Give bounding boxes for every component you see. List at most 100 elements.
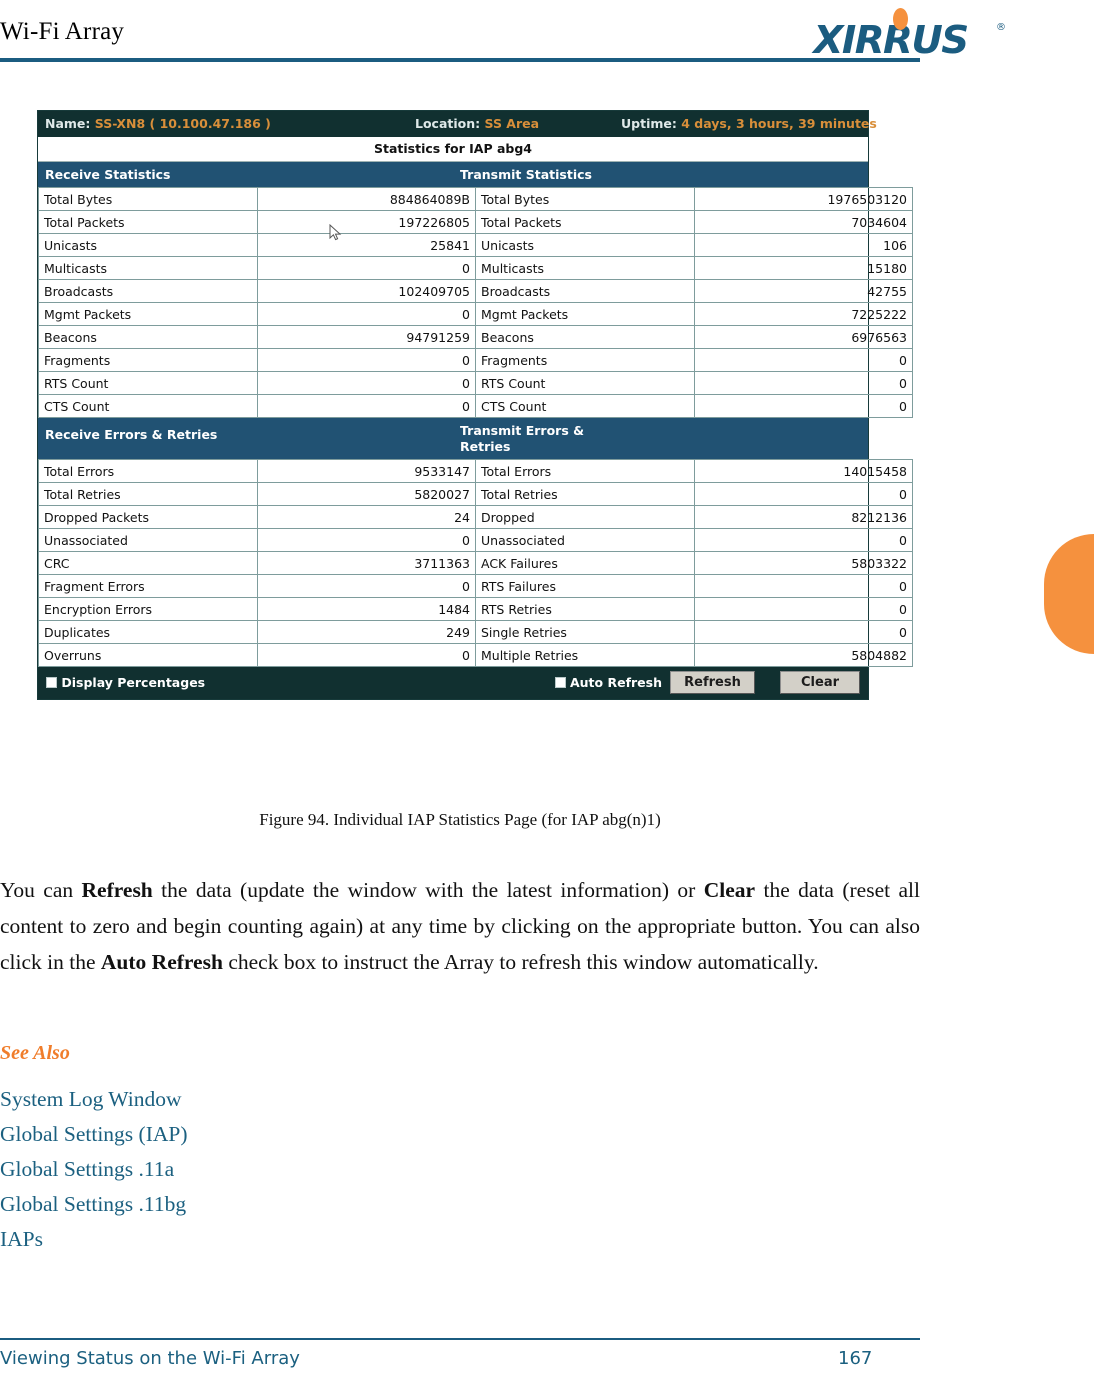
transmit-stat-value: 0: [694, 482, 913, 507]
array-name-block: Name: SS-XN8 ( 10.100.47.186 ): [45, 116, 271, 131]
section-header-left: Receive Statistics: [45, 167, 171, 182]
table-row: CTS Count 0 CTS Count 0: [38, 394, 913, 418]
transmit-stat-value: 14015458: [694, 459, 913, 484]
receive-stat-label: RTS Count: [38, 371, 258, 395]
receive-stat-label: Unicasts: [38, 233, 258, 257]
array-location-label: Location:: [415, 116, 481, 131]
receive-stat-value: 3711363: [257, 551, 476, 576]
statistics-toolbar: Display Percentages Auto Refresh Refresh…: [38, 667, 868, 700]
table-row: CRC 3711363 ACK Failures 5803322: [38, 551, 913, 576]
table-row: Broadcasts 102409705 Broadcasts 42755: [38, 279, 913, 303]
receive-stat-value: 0: [257, 643, 476, 668]
page-header: Wi-Fi Array XIRRUS ®: [0, 0, 1094, 62]
receive-stat-label: Total Bytes: [38, 187, 258, 211]
iap-statistics-screenshot: Name: SS-XN8 ( 10.100.47.186 ) Location:…: [37, 110, 913, 701]
refresh-button[interactable]: Refresh: [670, 671, 755, 695]
logo-wordmark: XIRRUS: [813, 18, 969, 62]
transmit-stat-value: 1976503120: [694, 187, 913, 211]
body-text-run: the data (update the window with the lat…: [152, 878, 704, 902]
transmit-stat-value: 0: [694, 620, 913, 645]
section-header: Receive Statistics Transmit Statistics: [38, 162, 868, 187]
transmit-stat-label: Unassociated: [475, 528, 695, 553]
transmit-stat-label: Single Retries: [475, 620, 695, 645]
table-row: Total Errors 9533147 Total Errors 14015458: [38, 459, 913, 484]
see-also-link[interactable]: Global Settings .11bg: [0, 1187, 500, 1222]
clear-button[interactable]: Clear: [780, 671, 860, 695]
table-row: Total Packets 197226805 Total Packets 70346…: [38, 210, 913, 234]
auto-refresh-label: Auto Refresh: [569, 675, 662, 691]
transmit-stat-value: 0: [694, 528, 913, 553]
page-side-tab: [1044, 534, 1094, 654]
receive-stat-label: Mgmt Packets: [38, 302, 258, 326]
receive-stat-value: 24: [257, 505, 476, 530]
transmit-stat-label: RTS Retries: [475, 597, 695, 622]
transmit-stat-value: 0: [694, 348, 913, 372]
transmit-stat-value: 0: [694, 371, 913, 395]
transmit-stat-value: 15180: [694, 256, 913, 280]
auto-refresh-control[interactable]: Auto Refresh: [554, 675, 662, 691]
receive-stat-value: 9533147: [257, 459, 476, 484]
receive-stat-label: Total Packets: [38, 210, 258, 234]
receive-stat-label: Encryption Errors: [38, 597, 258, 622]
array-name-label: Name:: [45, 116, 91, 131]
table-row: Mgmt Packets 0 Mgmt Packets 7225222: [38, 302, 913, 326]
section-header: Receive Errors & Retries Transmit Errors …: [38, 418, 868, 460]
transmit-stat-value: 7225222: [694, 302, 913, 326]
receive-stat-value: 5820027: [257, 482, 476, 507]
transmit-stat-label: Total Retries: [475, 482, 695, 507]
body-paragraph: You can Refresh the data (update the win…: [0, 872, 920, 980]
body-text-run: check box to instruct the Array to refre…: [222, 950, 819, 974]
transmit-stat-value: 0: [694, 394, 913, 418]
transmit-stat-label: CTS Count: [475, 394, 695, 418]
footer-divider: [0, 1338, 920, 1340]
transmit-stat-label: Multiple Retries: [475, 643, 695, 668]
see-also-link[interactable]: IAPs: [0, 1222, 500, 1257]
footer-section-title: Viewing Status on the Wi-Fi Array: [0, 1348, 300, 1369]
see-also-link-list: System Log Window Global Settings (IAP) Gl…: [0, 1082, 500, 1257]
see-also-link[interactable]: System Log Window: [0, 1082, 500, 1117]
transmit-stat-label: Broadcasts: [475, 279, 695, 303]
see-also-link[interactable]: Global Settings .11a: [0, 1152, 500, 1187]
table-row: Total Bytes 884864089B Total Bytes 19765031…: [38, 187, 913, 211]
emphasis-term: Refresh: [81, 878, 153, 902]
transmit-stat-value: 0: [694, 574, 913, 599]
array-location-block: Location: SS Area: [415, 116, 539, 131]
receive-stat-label: CTS Count: [38, 394, 258, 418]
table-row: Fragment Errors 0 RTS Failures 0: [38, 574, 913, 599]
section-header-left: Receive Errors & Retries: [45, 427, 218, 442]
section-header-right: Transmit Statistics: [460, 167, 592, 182]
auto-refresh-checkbox[interactable]: [554, 677, 566, 689]
receive-stat-value: 249: [257, 620, 476, 645]
transmit-stat-value: 0: [694, 597, 913, 622]
header-divider: [0, 58, 920, 62]
array-uptime-label: Uptime:: [621, 116, 677, 131]
receive-stat-value: 0: [257, 394, 476, 418]
transmit-stat-label: Beacons: [475, 325, 695, 349]
transmit-stat-label: Mgmt Packets: [475, 302, 695, 326]
receive-stat-label: Duplicates: [38, 620, 258, 645]
statistics-table: Total Errors 9533147 Total Errors 14015458 T…: [38, 459, 913, 668]
table-row: Duplicates 249 Single Retries 0: [38, 620, 913, 645]
table-row: Beacons 94791259 Beacons 6976563: [38, 325, 913, 349]
receive-stat-label: Unassociated: [38, 528, 258, 553]
receive-stat-label: Overruns: [38, 643, 258, 668]
transmit-stat-value: 42755: [694, 279, 913, 303]
emphasis-term: Auto Refresh: [100, 950, 223, 974]
receive-stat-value: 884864089B: [257, 187, 476, 211]
see-also-link[interactable]: Global Settings (IAP): [0, 1117, 500, 1152]
receive-stat-label: Dropped Packets: [38, 505, 258, 530]
xirrus-logo: XIRRUS ®: [813, 8, 1006, 62]
array-uptime-block: Uptime: 4 days, 3 hours, 39 minutes: [621, 116, 877, 131]
receive-stat-value: 0: [257, 574, 476, 599]
transmit-stat-label: Multicasts: [475, 256, 695, 280]
array-name-value: SS-XN8 ( 10.100.47.186 ): [94, 116, 271, 131]
array-info-bar: Name: SS-XN8 ( 10.100.47.186 ) Location:…: [38, 111, 877, 137]
transmit-stat-value: 8212136: [694, 505, 913, 530]
display-percentages-control[interactable]: Display Percentages: [46, 675, 205, 690]
display-percentages-checkbox[interactable]: [46, 677, 57, 689]
statistics-sections: Receive Statistics Transmit Statistics Tot…: [38, 162, 913, 668]
array-location-value: SS Area: [484, 116, 540, 131]
array-uptime-value: 4 days, 3 hours, 39 minutes: [681, 116, 877, 131]
statistics-table: Total Bytes 884864089B Total Bytes 19765031…: [38, 187, 913, 418]
receive-stat-value: 0: [257, 371, 476, 395]
